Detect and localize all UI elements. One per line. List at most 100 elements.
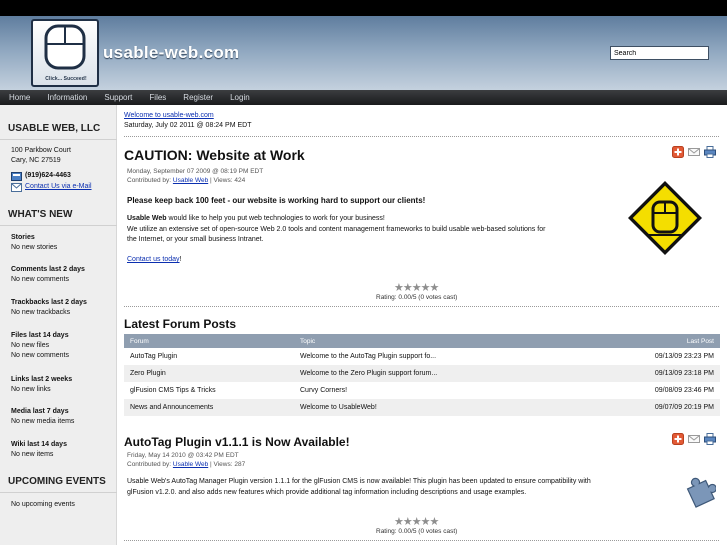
body-text: the Internet, or your small business Int…	[127, 236, 264, 243]
mail-icon	[11, 183, 22, 192]
phone-icon	[11, 172, 22, 181]
col-forum: Forum	[124, 334, 294, 348]
rating-text: Rating: 0.00/5 (0 votes cast)	[376, 294, 458, 301]
body-text: We utilize an extensive set of open-sour…	[127, 226, 546, 233]
col-topic: Topic	[294, 334, 614, 348]
views-count: | Views: 287	[210, 461, 246, 468]
print-article-icon[interactable]	[704, 146, 716, 158]
table-row[interactable]: News and Announcements Welcome to Usable…	[124, 399, 720, 416]
site-name[interactable]: usable-web.com	[103, 43, 239, 63]
top-black-bar	[0, 0, 727, 16]
divider	[124, 540, 719, 541]
contact-line: Contact us today!	[127, 256, 181, 263]
sidebar: USABLE WEB, LLC 100 Parkbow Court Cary, …	[0, 105, 117, 545]
contact-email-link[interactable]: Contact Us via e-Mail	[25, 182, 92, 192]
topic-cell[interactable]: Welcome to the AutoTag Plugin support fo…	[294, 348, 614, 365]
forum-title: Latest Forum Posts	[124, 317, 237, 331]
section-title: Trackbacks last 2 days	[11, 299, 87, 306]
address-line2: Cary, NC 27519	[11, 157, 61, 164]
divider	[0, 225, 117, 226]
article-tools	[672, 146, 716, 158]
section-line: No new comments	[11, 276, 69, 283]
company-title: USABLE WEB, LLC	[8, 123, 101, 134]
contributed-label: Contributed by:	[127, 177, 172, 184]
forum-cell[interactable]: AutoTag Plugin	[124, 348, 294, 365]
site-header: Click... Succeed! usable-web.com	[0, 16, 727, 90]
welcome-link[interactable]: Welcome to usable-web.com	[124, 112, 214, 119]
section-line: No new links	[11, 386, 51, 393]
article-byline: Contributed by: Usable Web | Views: 287	[127, 461, 245, 468]
forum-cell[interactable]: glFusion CMS Tips & Tricks	[124, 382, 294, 399]
section-title: Wiki last 14 days	[11, 441, 67, 448]
email-article-icon[interactable]	[688, 433, 700, 445]
topic-cell[interactable]: Welcome to the Zero Plugin support forum…	[294, 365, 614, 382]
body-text: Usable Web's AutoTag Manager Plugin vers…	[127, 478, 591, 485]
article-date: Friday, May 14 2010 @ 03:42 PM EDT	[127, 452, 239, 459]
forum-table: Forum Topic Last Post AutoTag Plugin Wel…	[124, 334, 720, 416]
rating-text: Rating: 0.00/5 (0 votes cast)	[376, 528, 458, 535]
last-post-cell: 09/08/09 23:46 PM	[614, 382, 720, 399]
contact-suffix: !	[179, 256, 182, 263]
current-date: Saturday, July 02 2011 @ 08:24 PM EDT	[124, 122, 252, 129]
author-link[interactable]: Usable Web	[173, 461, 208, 468]
email-article-icon[interactable]	[688, 146, 700, 158]
section-title: Stories	[11, 234, 35, 241]
divider	[0, 139, 117, 140]
body-bold: Usable Web	[127, 215, 167, 222]
contributed-label: Contributed by:	[127, 461, 172, 468]
phone-number: (919)624-4463	[25, 172, 71, 179]
divider	[124, 136, 719, 137]
caution-sign-icon	[628, 181, 702, 255]
nav-support[interactable]: Support	[104, 93, 132, 102]
section-line: No new stories	[11, 244, 58, 251]
last-post-cell: 09/07/09 20:19 PM	[614, 399, 720, 416]
section-title: Comments last 2 days	[11, 266, 85, 273]
article-byline: Contributed by: Usable Web | Views: 424	[127, 177, 245, 184]
contact-us-link[interactable]: Contact us today	[127, 256, 180, 263]
section-title: Files last 14 days	[11, 332, 69, 339]
divider	[124, 306, 719, 307]
table-row[interactable]: glFusion CMS Tips & Tricks Curvy Corners…	[124, 382, 720, 399]
article-date: Monday, September 07 2009 @ 08:19 PM EDT	[127, 168, 264, 175]
section-line: No new trackbacks	[11, 309, 71, 316]
last-post-cell: 09/13/09 23:18 PM	[614, 365, 720, 382]
add-bookmark-icon[interactable]	[672, 146, 684, 158]
search-input[interactable]	[610, 46, 709, 60]
forum-cell[interactable]: Zero Plugin	[124, 365, 294, 382]
puzzle-plugin-icon	[686, 477, 716, 508]
table-row[interactable]: Zero Plugin Welcome to the Zero Plugin s…	[124, 365, 720, 382]
rating-stars[interactable]: ★★★★★	[394, 281, 439, 294]
rating-stars[interactable]: ★★★★★	[394, 515, 439, 528]
whats-new-title: WHAT'S NEW	[8, 209, 73, 220]
topic-cell[interactable]: Curvy Corners!	[294, 382, 614, 399]
section-line: No new media items	[11, 418, 75, 425]
body-text: glFusion v1.2.0. and also adds new featu…	[127, 489, 527, 496]
divider	[0, 492, 117, 493]
forum-cell[interactable]: News and Announcements	[124, 399, 294, 416]
last-post-cell: 09/13/09 23:23 PM	[614, 348, 720, 365]
article-headline: Please keep back 100 feet - our website …	[127, 196, 426, 205]
upcoming-events-title: UPCOMING EVENTS	[8, 476, 106, 487]
topic-cell[interactable]: Welcome to UsableWeb!	[294, 399, 614, 416]
article-title[interactable]: CAUTION: Website at Work	[124, 147, 305, 163]
article-title[interactable]: AutoTag Plugin v1.1.1 is Now Available!	[124, 435, 350, 449]
nav-information[interactable]: Information	[47, 93, 87, 102]
col-last-post: Last Post	[614, 334, 720, 348]
site-logo[interactable]: Click... Succeed!	[31, 19, 99, 87]
logo-tagline: Click... Succeed!	[45, 76, 87, 82]
nav-register[interactable]: Register	[183, 93, 213, 102]
main-nav: Home Information Support Files Register …	[0, 90, 727, 105]
print-article-icon[interactable]	[704, 433, 716, 445]
body-text: would like to help you put web technolog…	[166, 215, 385, 222]
table-row[interactable]: AutoTag Plugin Welcome to the AutoTag Pl…	[124, 348, 720, 365]
section-line: No new files	[11, 342, 50, 349]
views-count: | Views: 424	[210, 177, 246, 184]
add-bookmark-icon[interactable]	[672, 433, 684, 445]
nav-login[interactable]: Login	[230, 93, 250, 102]
article-body: Usable Web would like to help you put we…	[127, 215, 385, 222]
nav-files[interactable]: Files	[149, 93, 166, 102]
author-link[interactable]: Usable Web	[173, 177, 208, 184]
nav-home[interactable]: Home	[9, 93, 30, 102]
section-title: Media last 7 days	[11, 408, 69, 415]
main-content: Welcome to usable-web.com Saturday, July…	[124, 105, 727, 545]
